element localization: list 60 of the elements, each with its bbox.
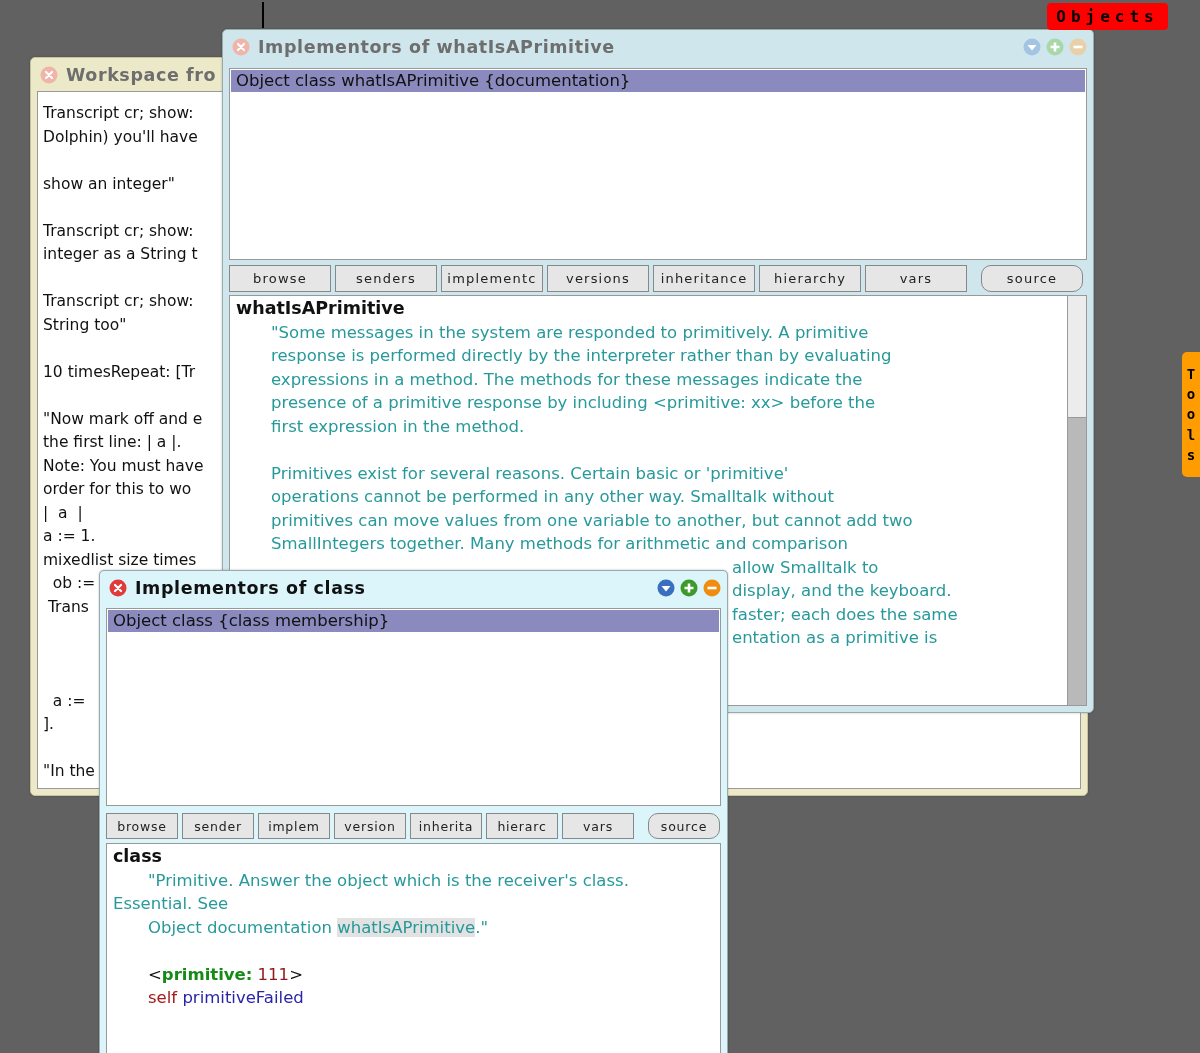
code-line: primitives can move values from one variable to another, but cannot add two — [270, 509, 913, 532]
code-line: operations cannot be performed in any other way. Smalltalk without — [270, 486, 834, 508]
tool-button[interactable]: implem — [258, 813, 330, 839]
code-line: Object documentation whatIsAPrimitive." — [147, 916, 488, 939]
window-title: Workspace fro — [66, 64, 217, 85]
code-line: ob := — [51, 573, 96, 594]
code-line: String too" — [43, 314, 127, 336]
code-line: "Now mark off and e — [43, 408, 203, 430]
code-line: a := — [51, 690, 86, 712]
code-line: order for this to wo — [43, 479, 192, 500]
close-icon[interactable] — [109, 578, 127, 597]
code-line: expressions in a method. The methods for these messages indicate the — [270, 368, 863, 391]
scrollbar-thumb[interactable] — [1068, 296, 1086, 418]
code-line: Dolphin) you'll have — [43, 126, 198, 148]
code-line: "Some messages in the system are responded to primitively. A primitive — [270, 321, 869, 344]
code-line: Note: You must have — [43, 455, 204, 477]
code-line: "Primitive. Answer the object which is the receiver's class. — [147, 869, 629, 892]
code-line: show an integer" — [43, 173, 175, 195]
tool-button[interactable]: inherita — [410, 813, 482, 839]
code-line: Primitives exist for several reasons. Certain basic or 'primitive' — [270, 462, 789, 485]
tool-button[interactable]: hierarc — [486, 813, 558, 839]
code-line: integer as a String t — [43, 244, 198, 265]
tool-button[interactable]: browse — [106, 813, 178, 839]
code-line: allow Smalltalk to — [732, 557, 879, 577]
code-line: Transcript cr; show: — [43, 291, 194, 312]
method-name: whatIsAPrimitive — [236, 297, 405, 320]
code-line: <primitive: 111> — [147, 963, 303, 986]
code-line: first expression in the method. — [270, 415, 525, 438]
code-line: presence of a primitive response by including <primitive: xx> before the — [270, 392, 876, 414]
code-line: SmallIntegers together. Many methods for arithmetic and comparison — [270, 533, 848, 555]
tool-button[interactable]: version — [334, 813, 406, 839]
list-item[interactable]: Object class {class membership} — [108, 610, 719, 632]
source-toggle[interactable]: source — [648, 813, 720, 839]
code-line: "In the — [43, 761, 95, 782]
flap-tab[interactable]: Objects — [1047, 3, 1168, 30]
code-line: 10 timesRepeat: [Tr — [43, 361, 196, 383]
collapse-icon[interactable] — [703, 578, 721, 597]
code-line: entation as a primitive is — [732, 628, 938, 647]
code-line: faster; each does the same — [732, 604, 958, 624]
code-line: response is performed directly by the interpreter rather than by evaluating — [270, 345, 892, 367]
code-line: Transcript cr; show: — [43, 103, 194, 124]
code-line: ]. — [43, 714, 54, 735]
tool-button[interactable]: vars — [562, 813, 634, 839]
window-title: Implementors of whatIsAPrimitive — [258, 36, 615, 57]
code-line: mixedlist size times — [43, 549, 197, 571]
code-line: | a | — [43, 502, 83, 524]
code-line: Transcript cr; show: — [43, 220, 194, 242]
expand-icon[interactable] — [680, 578, 698, 597]
tool-button[interactable]: sender — [182, 813, 254, 839]
method-name: class — [113, 845, 162, 868]
code-line: display, and the keyboard. — [732, 581, 952, 600]
code-line: a := 1. — [43, 526, 96, 547]
menu-icon[interactable] — [657, 578, 675, 597]
flap-tab[interactable]: Tools — [1182, 352, 1200, 477]
code-line: Essential. See — [113, 893, 229, 915]
window-title: Implementors of class — [135, 577, 366, 598]
code-line: Trans — [46, 596, 89, 618]
code-line: self primitiveFailed — [147, 987, 304, 1009]
code-line: the first line: | a |. — [43, 432, 182, 453]
text-cursor — [262, 2, 264, 28]
